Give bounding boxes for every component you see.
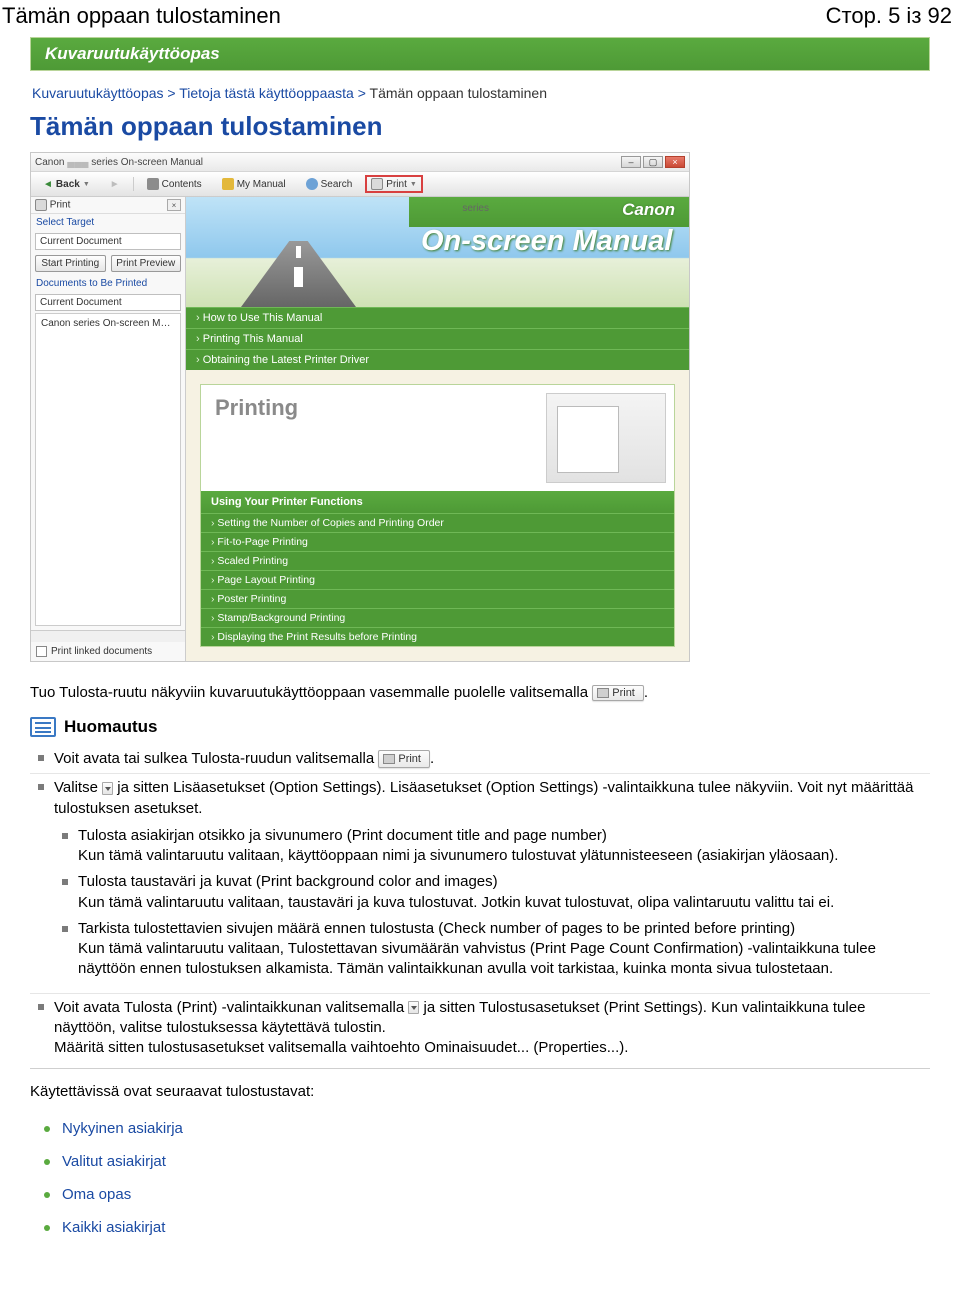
print-pane-title: Print [50, 200, 71, 211]
breadcrumb: Kuvaruutukäyttöopas > Tietoja tästä käyt… [30, 79, 930, 111]
nav-item[interactable]: How to Use This Manual [186, 307, 689, 328]
list-item[interactable]: Oma opas [30, 1178, 930, 1211]
print-icon [597, 688, 609, 698]
hero-series: series [462, 203, 489, 214]
note-icon [30, 717, 56, 737]
use-header: Using Your Printer Functions [201, 491, 674, 513]
print-icon [371, 178, 383, 190]
ss-print-pane: Print × Select Target Current Document S… [31, 197, 186, 661]
list-item[interactable]: Valitut asiakirjat [30, 1145, 930, 1178]
dropdown-icon [408, 1001, 419, 1014]
cream-title: Printing [201, 385, 312, 425]
print-modes-list: Nykyinen asiakirja Valitut asiakirjat Om… [30, 1112, 930, 1244]
nav-list: How to Use This Manual Printing This Man… [186, 307, 689, 370]
search-icon [306, 178, 318, 190]
breadcrumb-tail: Tämän oppaan tulostaminen [370, 85, 547, 101]
minimize-icon[interactable]: – [621, 156, 641, 168]
list-item: Tulosta asiakirjan otsikko ja sivunumero… [54, 823, 930, 870]
h-scrollbar[interactable] [31, 630, 185, 642]
contents-button[interactable]: Contents [140, 175, 209, 193]
linked-checkbox[interactable] [36, 646, 47, 657]
use-item[interactable]: Scaled Printing [201, 551, 674, 570]
use-item[interactable]: Displaying the Print Results before Prin… [201, 627, 674, 646]
embedded-screenshot: Canon ▄▄▄ series On-screen Manual – ▢ × … [30, 152, 690, 662]
print-button-highlight[interactable]: Print▼ [365, 175, 423, 193]
dropdown-icon [102, 782, 113, 795]
breadcrumb-link-1[interactable]: Kuvaruutukäyttöopas [32, 85, 164, 101]
guide-banner-title: Kuvaruutukäyttöopas [31, 38, 929, 70]
list-item[interactable]: Canon series On-screen Manual [38, 316, 178, 331]
print-icon [383, 754, 395, 764]
divider [30, 1068, 930, 1069]
print-preview-button[interactable]: Print Preview [111, 255, 182, 272]
use-item[interactable]: Page Layout Printing [201, 570, 674, 589]
forward-button[interactable]: ► [103, 176, 127, 193]
breadcrumb-sep: > [358, 85, 370, 101]
nav-item[interactable]: Obtaining the Latest Printer Driver [186, 349, 689, 370]
list-item: Tulosta taustaväri ja kuvat (Print backg… [54, 869, 930, 916]
my-manual-button[interactable]: My Manual [215, 175, 293, 193]
ss-toolbar: ◄Back▼ ► Contents My Manual Search Print… [31, 172, 689, 197]
list-item: Voit avata Tulosta (Print) -valintaikkun… [30, 993, 930, 1063]
docs-to-print-label: Documents to Be Printed [31, 275, 185, 292]
use-item[interactable]: Fit-to-Page Printing [201, 532, 674, 551]
use-item[interactable]: Setting the Number of Copies and Printin… [201, 513, 674, 532]
close-pane-icon[interactable]: × [167, 199, 181, 211]
list-item[interactable]: Nykyinen asiakirja [30, 1112, 930, 1145]
use-list: Setting the Number of Copies and Printin… [201, 513, 674, 646]
note-list: Voit avata tai sulkea Tulosta-ruudun val… [30, 745, 930, 1062]
contents-icon [147, 178, 159, 190]
use-item[interactable]: Poster Printing [201, 589, 674, 608]
list-item: Tarkista tulostettavien sivujen määrä en… [54, 916, 930, 983]
page-title: Tämän oppaan tulostaminen [30, 111, 930, 142]
hero-title: On-screen Manual [421, 225, 672, 258]
guide-banner: Kuvaruutukäyttöopas [30, 37, 930, 71]
star-icon [222, 178, 234, 190]
select-target-label: Select Target [31, 214, 185, 231]
hero-brand: Canon [622, 200, 675, 220]
linked-label: Print linked documents [51, 646, 152, 657]
breadcrumb-link-2[interactable]: Tietoja tästä käyttöoppaasta [179, 85, 354, 101]
docs-field[interactable]: Current Document [35, 294, 181, 311]
list-item: Valitse ja sitten Lisäasetukset (Option … [30, 773, 930, 992]
target-dropdown[interactable]: Current Document [35, 233, 181, 250]
list-item: Voit avata tai sulkea Tulosta-ruudun val… [30, 745, 930, 773]
nav-item[interactable]: Printing This Manual [186, 328, 689, 349]
use-item[interactable]: Stamp/Background Printing [201, 608, 674, 627]
print-inline-button: Print [592, 685, 644, 701]
print-icon [35, 199, 47, 211]
ss-title-prefix: Canon [35, 157, 64, 168]
hero-banner: series Canon On-screen Manual [186, 197, 689, 307]
ss-titlebar: Canon ▄▄▄ series On-screen Manual – ▢ × [31, 153, 689, 172]
note-title: Huomautus [64, 717, 158, 737]
back-button[interactable]: ◄Back▼ [36, 176, 97, 193]
printer-thumb [546, 393, 666, 483]
start-printing-button[interactable]: Start Printing [35, 255, 106, 272]
list-item[interactable]: Kaikki asiakirjat [30, 1211, 930, 1244]
page-header-number: Стор. 5 із 92 [826, 3, 952, 29]
breadcrumb-sep: > [167, 85, 179, 101]
intro-paragraph: Tuo Tulosta-ruutu näkyviin kuvaruutukäyt… [30, 684, 930, 701]
foot-title: Käytettävissä ovat seuraavat tulostustav… [30, 1083, 930, 1100]
page-header-title: Tämän oppaan tulostaminen [2, 3, 281, 29]
close-icon[interactable]: × [665, 156, 685, 168]
print-inline-button: Print [378, 750, 430, 769]
ss-title-suffix: series On-screen Manual [91, 157, 203, 168]
maximize-icon[interactable]: ▢ [643, 156, 663, 168]
search-button[interactable]: Search [299, 175, 360, 193]
docs-list[interactable]: Canon series On-screen Manual [35, 313, 181, 626]
